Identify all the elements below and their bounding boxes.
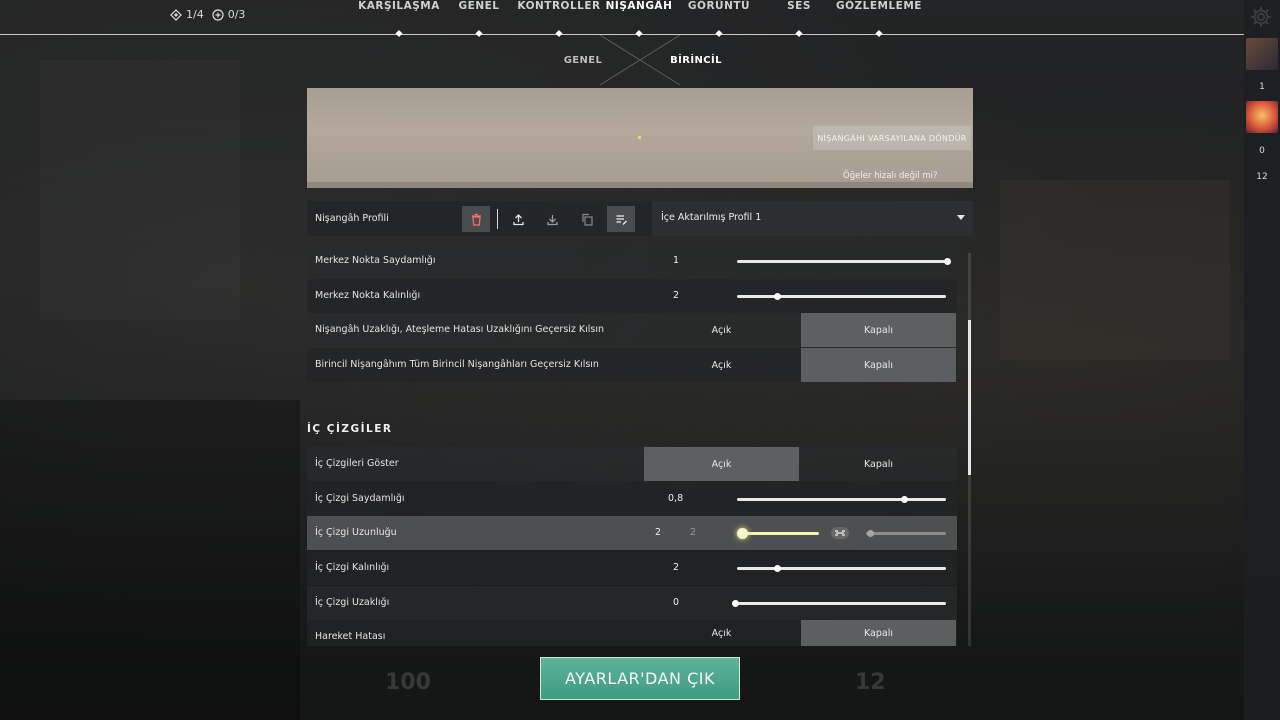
download-icon [546,214,558,225]
agent-portrait-1 [1246,38,1278,70]
copy-profile-button[interactable] [573,206,601,232]
settings-scrollbar-thumb[interactable] [968,320,971,475]
setting-row: Hareket Hatası Açık Kapalı [307,620,957,646]
delete-profile-button[interactable] [462,206,490,232]
upload-icon [512,213,524,225]
profile-dropdown-value: İçe Aktarılmış Profil 1 [661,212,762,223]
toggle-off[interactable]: Kapalı [801,313,956,347]
setting-value: 2 [655,527,662,538]
slider-knob[interactable] [737,528,748,539]
setting-row: İç Çizgi Saydamlığı 0,8 [307,482,957,516]
setting-label: İç Çizgi Uzunluğu [315,527,397,538]
agent-portrait-2 [1246,101,1278,133]
tab-spectate[interactable]: GÖZLEMLEME [836,0,922,12]
setting-label: Hareket Hatası [315,631,386,642]
counter-ability: 1/4 [170,8,204,21]
import-profile-button[interactable] [538,206,566,232]
toggle-on[interactable]: Açık [644,348,799,382]
crosshair-center-dot [638,136,641,139]
hud-health: 100 [385,670,431,695]
slider-knob[interactable] [774,293,781,300]
setting-label: Birincil Nişangâhım Tüm Birincil Nişangâ… [315,359,599,370]
subtab-primary[interactable]: BİRİNCİL [670,55,722,66]
ult-icon [212,8,224,21]
inner-line-length-slider[interactable] [737,532,819,535]
setting-value-secondary: 2 [690,527,697,538]
setting-label: İç Çizgileri Göster [315,458,399,469]
setting-row: İç Çizgileri Göster Açık Kapalı [307,447,957,481]
section-title: İÇ ÇİZGİLER [307,423,393,435]
setting-label: İç Çizgi Saydamlığı [315,493,405,504]
setting-label: Merkez Nokta Saydamlığı [315,255,436,266]
slider-knob[interactable] [774,565,781,572]
setting-label: İç Çizgi Kalınlığı [315,562,390,573]
inner-line-thickness-slider[interactable] [737,567,946,570]
setting-value: 0 [673,597,680,608]
reset-crosshair-button[interactable]: NİŞANGÂHI VARSAYILANA DÖNDÜR [813,126,971,150]
counter1-text: 1/4 [186,8,204,21]
tab-video[interactable]: GÖRÜNTÜ [688,0,750,12]
subtab-general[interactable]: GENEL [564,55,603,66]
tab-general[interactable]: GENEL [459,0,500,12]
top-navigation-bar: 1/4 0/3 KARŞILAŞMA GENEL KONTROLLER NİŞA… [0,0,1244,38]
crosshair-profile-bar: Nişangâh Profili İçe Aktarılmış Profil 1 [307,201,973,236]
inner-line-offset-slider[interactable] [735,602,946,605]
setting-row: Birincil Nişangâhım Tüm Birincil Nişangâ… [307,348,957,382]
slider-knob[interactable] [867,530,874,537]
tab-crosshair[interactable]: NİŞANGÂH [606,0,673,12]
setting-value: 2 [673,562,680,573]
setting-value: 0,8 [668,493,684,504]
setting-row: Nişangâh Uzaklığı, Ateşleme Hatası Uzakl… [307,313,957,347]
chevron-down-icon [957,215,965,220]
slider-knob[interactable] [944,258,951,265]
diamond-icon [170,8,182,21]
profile-label: Nişangâh Profili [315,213,389,224]
center-dot-opacity-slider[interactable] [737,260,948,263]
score-1: 1 [1259,82,1265,92]
counter-ult: 0/3 [212,8,246,21]
setting-value: 2 [673,290,680,301]
setting-label: Nişangâh Uzaklığı, Ateşleme Hatası Uzakl… [315,324,605,335]
score-3: 12 [1256,172,1268,182]
rename-profile-button[interactable] [607,206,635,232]
inner-line-opacity-slider[interactable] [737,498,946,501]
copy-icon [581,213,593,226]
toggle-on[interactable]: Açık [644,313,799,347]
tab-match[interactable]: KARŞILAŞMA [358,0,440,12]
counter2-text: 0/3 [227,8,246,21]
inner-line-length-secondary-slider[interactable] [866,532,946,535]
setting-row: İç Çizgi Kalınlığı 2 [307,551,957,585]
setting-label: İç Çizgi Uzaklığı [315,597,390,608]
setting-row: İç Çizgi Uzunluğu 2 2 [307,516,957,550]
slider-knob[interactable] [901,496,908,503]
trash-icon [471,213,481,226]
setting-row: Merkez Nokta Saydamlığı 1 [307,244,957,278]
setting-value: 1 [673,255,680,266]
edit-list-icon [616,214,627,225]
export-profile-button[interactable] [504,206,532,232]
setting-row: İç Çizgi Uzaklığı 0 [307,586,957,620]
setting-row: Merkez Nokta Kalınlığı 2 [307,279,957,313]
tab-controls[interactable]: KONTROLLER [517,0,600,12]
tab-audio[interactable]: SES [787,0,811,12]
alignment-hint-link[interactable]: Öğeler hizalı değil mi? [843,171,938,181]
link-icon[interactable] [830,526,850,540]
toggle-off[interactable]: Kapalı [801,348,956,382]
exit-settings-button[interactable]: AYARLAR'DAN ÇIK [540,657,740,700]
score-2: 0 [1259,146,1265,156]
toggle-off[interactable]: Kapalı [801,620,956,646]
setting-label: Merkez Nokta Kalınlığı [315,290,421,301]
hud-ammo: 12 [855,670,886,695]
center-dot-thickness-slider[interactable] [737,295,946,298]
toggle-off[interactable]: Kapalı [801,447,956,481]
counters: 1/4 0/3 [170,8,245,21]
toggle-on[interactable]: Açık [644,620,799,646]
profile-dropdown[interactable]: İçe Aktarılmış Profil 1 [652,201,973,236]
slider-knob[interactable] [732,600,739,607]
toggle-on[interactable]: Açık [644,447,799,481]
